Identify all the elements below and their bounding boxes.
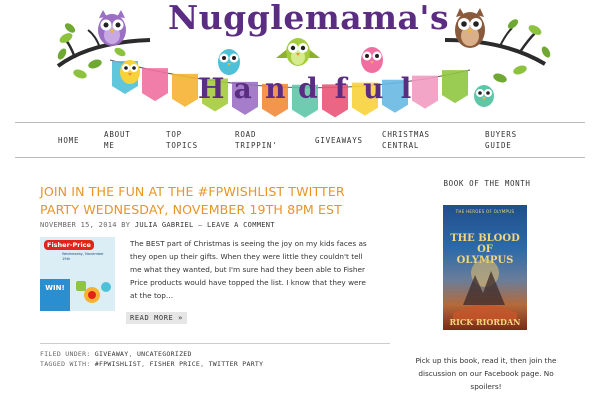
filed-under: FILED UNDER: GIVEAWAY, UNCATEGORIZED xyxy=(40,350,192,358)
main-navigation: HOME ABOUT ME TOP TOPICS ROAD TRIPPIN' G… xyxy=(15,122,585,158)
owl-brown-icon xyxy=(455,8,485,48)
tag-link[interactable]: TWITTER PARTY xyxy=(209,360,264,368)
subtitle-letter: u xyxy=(363,72,384,105)
tagged-with: TAGGED WITH: #FPWISHLIST, FISHER PRICE, … xyxy=(40,360,264,368)
book-art-icon xyxy=(453,259,517,321)
site-subtitle: H a n d f u l xyxy=(198,72,418,105)
bunting-flag xyxy=(142,68,168,102)
read-more-button[interactable]: READ MORE » xyxy=(126,312,187,324)
post-by-label: BY xyxy=(121,221,131,229)
tag-link[interactable]: FISHER PRICE xyxy=(150,360,201,368)
nav-about-me[interactable]: ABOUT ME xyxy=(104,123,131,157)
subtitle-letter: l xyxy=(400,72,412,105)
nav-top-topics[interactable]: TOP TOPICS xyxy=(166,123,198,157)
leave-comment-link[interactable]: LEAVE A COMMENT xyxy=(207,221,275,229)
widget-description: Pick up this book, read it, then join th… xyxy=(415,356,557,391)
post-title[interactable]: Join in the Fun at the #FPWishList Twitt… xyxy=(40,183,380,219)
post-excerpt: The BEST part of Christmas is seeing the… xyxy=(130,239,367,300)
category-link[interactable]: GIVEAWAY xyxy=(95,350,129,358)
bunting-flag xyxy=(172,73,198,107)
tag-link[interactable]: #FPWISHLIST xyxy=(95,360,141,368)
nav-christmas-central[interactable]: CHRISTMAS CENTRAL xyxy=(382,123,430,157)
filed-under-label: FILED UNDER: xyxy=(40,350,91,358)
owl-green-icon xyxy=(276,38,320,66)
site-title[interactable]: Nugglemama's xyxy=(168,0,449,37)
subtitle-letter: d xyxy=(298,72,318,105)
nav-road-trippin[interactable]: ROAD TRIPPIN' xyxy=(235,123,278,157)
widget-title: BOOK OF THE MONTH xyxy=(443,179,531,188)
tagged-with-label: TAGGED WITH: xyxy=(40,360,91,368)
site-header: Nugglemama's H a n d f u l xyxy=(0,0,600,120)
nav-buyers-guide[interactable]: BUYERS GUIDE xyxy=(485,123,517,157)
book-cover-image[interactable]: THE HEROES OF OLYMPUS THE BLOOD OF OLYMP… xyxy=(443,205,527,330)
toy-illustration-icon xyxy=(76,281,111,303)
nav-home[interactable]: HOME xyxy=(58,123,79,157)
category-link[interactable]: UNCATEGORIZED xyxy=(137,350,192,358)
post-author-link[interactable]: JULIA GABRIEL xyxy=(135,221,194,229)
post-thumbnail[interactable]: Fisher-Price Wednesday, November 19th WI… xyxy=(40,237,115,311)
post-date: NOVEMBER 15, 2014 xyxy=(40,221,117,229)
post-divider xyxy=(40,343,390,344)
bunting-flag xyxy=(442,70,468,104)
owl-purple-icon xyxy=(98,10,126,46)
subtitle-letter: n xyxy=(265,72,286,105)
owl-pink-icon xyxy=(361,47,383,73)
book-author: RICK RIORDAN xyxy=(449,317,521,327)
subtitle-letter: H xyxy=(198,72,225,105)
subtitle-letter: f xyxy=(334,72,347,105)
subtitle-letter: a xyxy=(233,72,252,105)
post-meta: NOVEMBER 15, 2014 BY JULIA GABRIEL — LEA… xyxy=(40,221,275,229)
meta-separator: — xyxy=(198,221,203,229)
owl-yellow-icon xyxy=(120,60,140,84)
nav-giveaways[interactable]: GIVEAWAYS xyxy=(315,123,363,157)
owl-small-icon xyxy=(474,85,494,107)
